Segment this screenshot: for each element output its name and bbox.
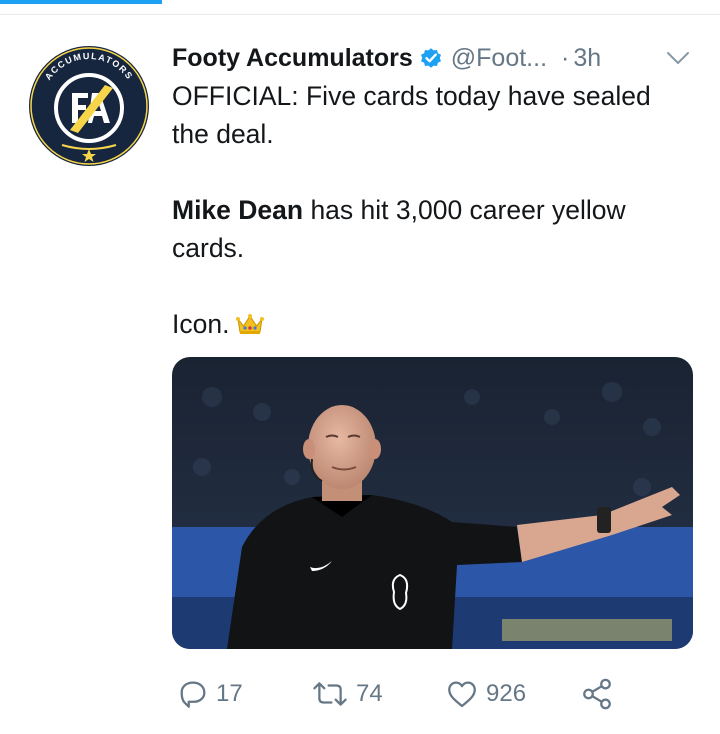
top-divider — [0, 14, 720, 15]
reply-button[interactable]: 17 — [176, 672, 243, 716]
tweet-header: Footy Accumulators @Foot... · 3h — [172, 40, 702, 76]
tweet-actions: 17 74 926 — [172, 672, 642, 716]
user-handle[interactable]: @Foot... — [451, 44, 547, 73]
header-separator: · — [561, 43, 570, 72]
retweet-button[interactable]: 74 — [310, 672, 383, 716]
active-tab-indicator — [0, 0, 162, 4]
avatar[interactable]: ACCUMULATORS — [28, 45, 150, 167]
tweet-timestamp[interactable]: 3h — [573, 44, 601, 73]
share-button[interactable] — [580, 672, 620, 716]
tweet-media-image[interactable] — [172, 357, 693, 649]
crown-emoji-icon — [235, 308, 265, 334]
tweet-text: OFFICIAL: Five cards today have sealed t… — [172, 77, 692, 343]
retweet-icon — [313, 682, 347, 706]
share-icon — [583, 678, 611, 710]
reply-icon — [180, 681, 206, 708]
referee-photo — [172, 357, 693, 649]
like-button[interactable]: 926 — [444, 672, 526, 716]
tweet-text-line-3-text: Icon. — [172, 309, 230, 339]
reply-count: 17 — [216, 680, 243, 707]
heart-icon — [448, 681, 476, 708]
tweet-text-bold-name: Mike Dean — [172, 195, 304, 225]
retweet-count: 74 — [356, 680, 383, 707]
tweet-text-line-3: Icon. — [172, 305, 692, 343]
tweet-text-line-1: OFFICIAL: Five cards today have sealed t… — [172, 81, 651, 149]
tweet-text-line-2: Mike Dean has hit 3,000 career yellow ca… — [172, 191, 692, 267]
display-name[interactable]: Footy Accumulators — [172, 44, 413, 73]
verified-badge-icon — [419, 46, 443, 70]
like-count: 926 — [486, 680, 527, 707]
footy-accumulators-logo: ACCUMULATORS — [29, 46, 149, 166]
chevron-down-icon[interactable] — [666, 48, 690, 68]
